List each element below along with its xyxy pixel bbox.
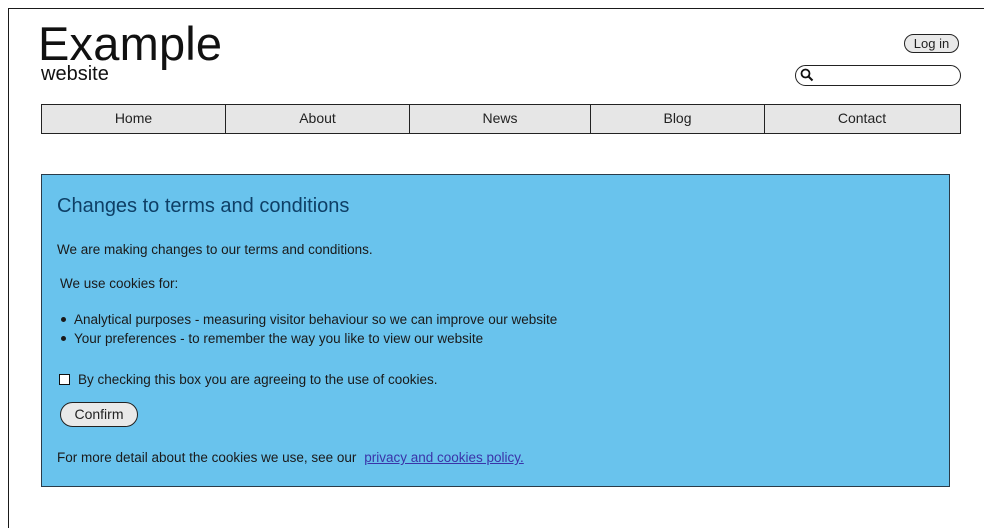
policy-text: For more detail about the cookies we use…	[57, 450, 524, 465]
nav-item-blog[interactable]: Blog	[591, 105, 765, 133]
consent-checkbox[interactable]	[59, 374, 70, 385]
site-logo-subtitle: website	[41, 63, 109, 85]
nav-item-home[interactable]: Home	[42, 105, 226, 133]
privacy-policy-link[interactable]: privacy and cookies policy.	[364, 450, 524, 465]
nav-item-about[interactable]: About	[226, 105, 410, 133]
notice-title: Changes to terms and conditions	[57, 195, 350, 217]
consent-row: By checking this box you are agreeing to…	[59, 372, 437, 387]
cookie-uses-list: Analytical purposes - measuring visitor …	[61, 310, 557, 348]
cookie-notice-panel: Changes to terms and conditions We are m…	[41, 174, 950, 487]
cookies-intro: We use cookies for:	[60, 276, 179, 291]
list-item: Analytical purposes - measuring visitor …	[61, 310, 557, 329]
nav-item-news[interactable]: News	[410, 105, 591, 133]
policy-intro-text: For more detail about the cookies we use…	[57, 450, 357, 465]
consent-label: By checking this box you are agreeing to…	[78, 372, 438, 387]
main-nav: Home About News Blog Contact	[41, 104, 961, 134]
confirm-button[interactable]: Confirm	[60, 402, 138, 427]
list-item: Your preferences - to remember the way y…	[61, 329, 557, 348]
site-logo-title: Example	[38, 17, 223, 70]
notice-intro: We are making changes to our terms and c…	[57, 242, 373, 257]
login-button[interactable]: Log in	[904, 34, 959, 53]
nav-item-contact[interactable]: Contact	[765, 105, 959, 133]
search-icon	[800, 68, 814, 82]
search-input[interactable]	[795, 65, 961, 86]
